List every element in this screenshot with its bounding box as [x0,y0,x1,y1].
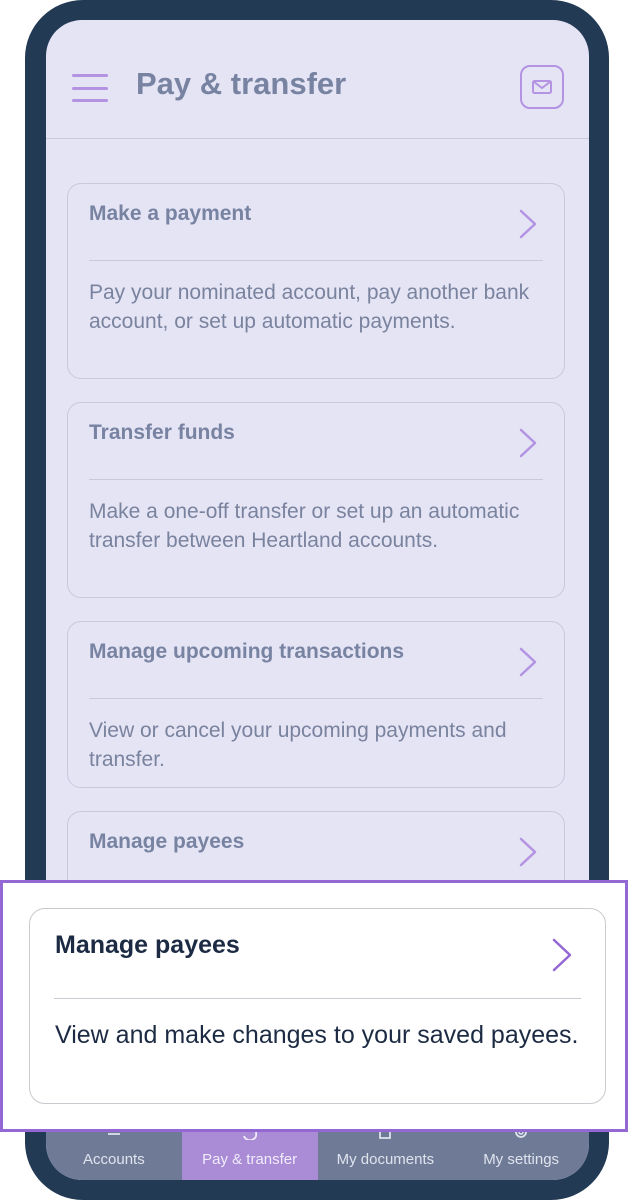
chevron-right-icon [519,647,537,677]
chevron-right-icon [552,938,572,972]
card-description: Pay your nominated account, pay another … [89,281,530,333]
chevron-right-icon [519,837,537,867]
card-title: Make a payment [89,202,252,225]
transfer-funds-card[interactable]: Transfer funds Make a one-off transfer o… [67,402,565,598]
manage-upcoming-transactions-card[interactable]: Manage upcoming transactions View or can… [67,621,565,788]
nav-label: Pay & transfer [202,1151,298,1168]
highlighted-callout: Manage payees View and make changes to y… [0,880,628,1132]
card-title: Manage upcoming transactions [89,640,405,663]
nav-label: Accounts [83,1151,145,1168]
card-divider [89,260,543,261]
card-description: View and make changes to your saved paye… [55,1021,579,1049]
card-description: Make a one-off transfer or set up an aut… [89,500,520,552]
chevron-right-icon [519,209,537,239]
nav-item-accounts[interactable]: Accounts [46,1126,182,1180]
card-divider [89,698,543,699]
nav-item-pay-transfer[interactable]: Pay & transfer [181,1126,318,1180]
make-payment-card[interactable]: Make a payment Pay your nominated accoun… [67,183,565,379]
mail-button[interactable] [520,65,564,109]
bottom-nav: Accounts Pay & transfer My documents My … [46,1126,589,1180]
card-title: Manage payees [89,830,245,853]
card-title: Manage payees [55,931,240,959]
page-title: Pay & transfer [136,66,347,101]
nav-item-my-settings[interactable]: My settings [453,1126,589,1180]
card-divider [89,479,543,480]
mail-icon [532,80,552,94]
manage-payees-card-highlighted[interactable]: Manage payees View and make changes to y… [29,908,606,1104]
nav-item-my-documents[interactable]: My documents [318,1126,454,1180]
app-header: Pay & transfer [46,20,589,139]
hamburger-icon[interactable] [72,74,108,102]
card-divider [54,998,581,999]
nav-label: My documents [336,1151,435,1168]
card-title: Transfer funds [89,421,235,444]
card-description: View or cancel your upcoming payments an… [89,719,507,771]
nav-label: My settings [483,1151,560,1168]
chevron-right-icon [519,428,537,458]
